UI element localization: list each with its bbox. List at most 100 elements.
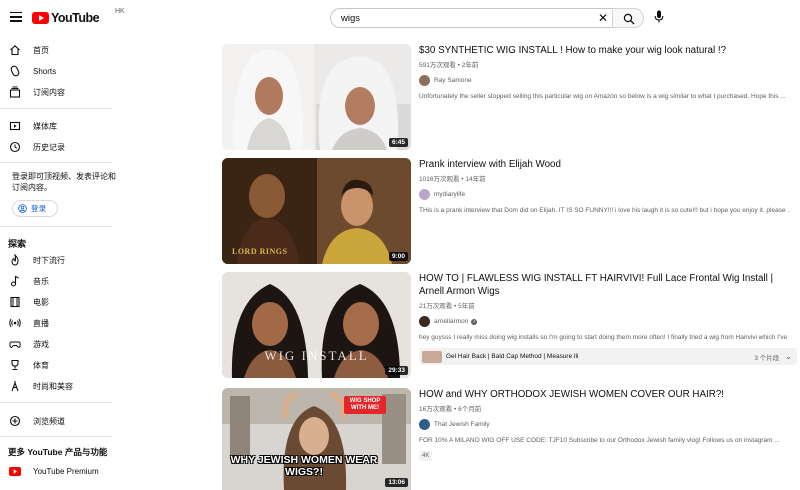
search-button[interactable]: [612, 8, 644, 28]
sidebar-divider: [0, 226, 112, 227]
sidebar-item-history[interactable]: 历史记录: [0, 137, 118, 157]
video-duration: 6:45: [388, 138, 408, 147]
sidebar-item-subscriptions[interactable]: 订阅内容: [0, 82, 118, 102]
video-meta: 16万次观看 • 6个月前: [419, 406, 482, 413]
avatar[interactable]: [419, 419, 430, 430]
youtube-logo[interactable]: YouTube HK: [32, 8, 125, 25]
video-info: HOW and WHY ORTHODOX JEWISH WOMEN COVER …: [419, 388, 789, 462]
video-meta: 1016万次观看 • 14年前: [419, 176, 486, 183]
channel-link[interactable]: That Jewish Family: [419, 419, 789, 430]
channel-link[interactable]: mydiarylife: [419, 189, 789, 200]
thumbnail-overlay-text: WIG INSTALL: [264, 348, 369, 363]
add-circle-icon: [8, 414, 22, 428]
channel-name[interactable]: Ray Samone: [434, 77, 472, 84]
sidebar-item-fashion[interactable]: 时尚和美容: [0, 376, 118, 396]
video-title[interactable]: HOW TO | FLAWLESS WIG INSTALL FT HAIRVIV…: [419, 272, 789, 298]
sidebar-item-browse-channels[interactable]: 浏览频道: [0, 411, 118, 431]
video-description: Unfortunately the seller stopped selling…: [419, 93, 786, 100]
sidebar-item-music[interactable]: 音乐: [0, 271, 118, 291]
logo-text: YouTube: [51, 11, 100, 25]
channel-link[interactable]: arnellarmon ✓: [419, 316, 789, 327]
channel-name[interactable]: mydiarylife: [434, 191, 465, 198]
youtube-premium-icon: [8, 464, 22, 478]
video-title[interactable]: HOW and WHY ORTHODOX JEWISH WOMEN COVER …: [419, 388, 789, 401]
sidebar-item-label: 媒体库: [33, 121, 57, 131]
music-icon: [8, 274, 22, 288]
video-thumbnail[interactable]: LORD RINGS 9:00: [222, 158, 411, 264]
avatar[interactable]: [419, 316, 430, 327]
sidebar-item-movies[interactable]: 电影: [0, 292, 118, 312]
chapter-count: 3 个片段: [754, 354, 780, 362]
home-icon: [8, 43, 22, 57]
sidebar-item-label: 体育: [33, 360, 49, 370]
sports-icon: [8, 358, 22, 372]
video-result[interactable]: WIG SHOP WITH ME! WHY JEWISH WOMEN WEAR …: [222, 388, 800, 490]
clear-search-icon[interactable]: ✕: [598, 12, 608, 24]
shorts-icon: [8, 64, 22, 78]
sidebar-item-library[interactable]: 媒体库: [0, 116, 118, 136]
movies-icon: [8, 295, 22, 309]
video-result[interactable]: WIG INSTALL 29:33 HOW TO | FLAWLESS WIG …: [222, 272, 800, 384]
channel-link[interactable]: Ray Samone: [419, 75, 789, 86]
signin-prompt: 登录即可顶视频、发表评论和订阅内容。: [12, 172, 116, 192]
sidebar-item-label: 直播: [33, 318, 49, 328]
sidebar-item-home[interactable]: 首页: [0, 40, 118, 60]
signin-label: 登录: [31, 204, 46, 213]
library-icon: [8, 119, 22, 133]
video-thumbnail[interactable]: 6:45: [222, 44, 411, 150]
search-input[interactable]: wigs ✕: [330, 8, 614, 28]
channel-name[interactable]: That Jewish Family: [434, 421, 490, 428]
signin-button[interactable]: 登录: [12, 200, 58, 217]
video-title[interactable]: $30 SYNTHETIC WIG INSTALL ! How to make …: [419, 44, 789, 57]
sidebar-item-live[interactable]: 直播: [0, 313, 118, 333]
sidebar-item-sports[interactable]: 体育: [0, 355, 118, 375]
avatar[interactable]: [419, 189, 430, 200]
video-result[interactable]: LORD RINGS 9:00 Prank interview with Eli…: [222, 158, 800, 270]
chapters-bar[interactable]: Gel Hair Back | Bald Cap Method | Measur…: [419, 348, 797, 365]
history-icon: [8, 140, 22, 154]
video-info: $30 SYNTHETIC WIG INSTALL ! How to make …: [419, 44, 789, 100]
top-bar: YouTube HK wigs ✕: [0, 0, 800, 36]
avatar[interactable]: [419, 75, 430, 86]
sidebar-item-label: 首页: [33, 45, 49, 55]
sidebar-item-label: YouTube Premium: [33, 466, 99, 476]
sidebar-item-label: 时尚和美容: [33, 381, 73, 391]
account-icon: [18, 204, 27, 213]
video-info: Prank interview with Elijah Wood 1016万次观…: [419, 158, 789, 214]
trending-icon: [8, 253, 22, 267]
video-meta: 591万次观看 • 2年前: [419, 62, 479, 69]
chevron-down-icon[interactable]: ⌄: [785, 352, 792, 361]
explore-title: 探索: [8, 239, 27, 249]
channel-name[interactable]: arnellarmon: [434, 318, 468, 325]
search-results: 6:45 $30 SYNTHETIC WIG INSTALL ! How to …: [222, 36, 800, 490]
fashion-icon: [8, 379, 22, 393]
video-thumbnail[interactable]: WIG INSTALL 29:33: [222, 272, 411, 378]
sidebar: 首页 Shorts 订阅内容 媒体库 历史记录 登录即可顶视频、发表评论和订阅内…: [0, 36, 118, 490]
sidebar-item-label: 音乐: [33, 276, 49, 286]
thumbnail-sign-text: WIG SHOP WITH ME!: [344, 396, 386, 414]
sidebar-item-trending[interactable]: 时下流行: [0, 250, 118, 270]
video-description: THis is a prank interview that Dom did o…: [419, 207, 789, 214]
sidebar-item-shorts[interactable]: Shorts: [0, 61, 118, 81]
sidebar-item-label: 游戏: [33, 339, 49, 349]
microphone-icon[interactable]: [654, 10, 664, 24]
video-title[interactable]: Prank interview with Elijah Wood: [419, 158, 789, 171]
subscriptions-icon: [8, 85, 22, 99]
verified-check-icon: ✓: [471, 318, 478, 325]
youtube-play-icon: [32, 12, 49, 24]
sidebar-item-youtube-premium[interactable]: YouTube Premium: [0, 461, 118, 481]
thumbnail-caption: WHY JEWISH WOMEN WEAR WIGS?!: [230, 454, 378, 478]
live-icon: [8, 316, 22, 330]
video-thumbnail[interactable]: WIG SHOP WITH ME! WHY JEWISH WOMEN WEAR …: [222, 388, 411, 490]
more-products-title: 更多 YouTube 产品与功能: [8, 447, 108, 457]
menu-icon[interactable]: [10, 12, 22, 22]
video-result[interactable]: 6:45 $30 SYNTHETIC WIG INSTALL ! How to …: [222, 44, 800, 156]
search-icon: [623, 13, 635, 25]
chapter-thumbnail: [422, 350, 442, 363]
thumbnail-overlay-text: LORD RINGS: [232, 247, 288, 256]
gaming-icon: [8, 337, 22, 351]
video-duration: 13:06: [385, 478, 408, 487]
video-description: hey guysss I really miss doing wig insta…: [419, 334, 789, 341]
sidebar-item-gaming[interactable]: 游戏: [0, 334, 118, 354]
sidebar-item-label: 时下流行: [33, 255, 65, 265]
